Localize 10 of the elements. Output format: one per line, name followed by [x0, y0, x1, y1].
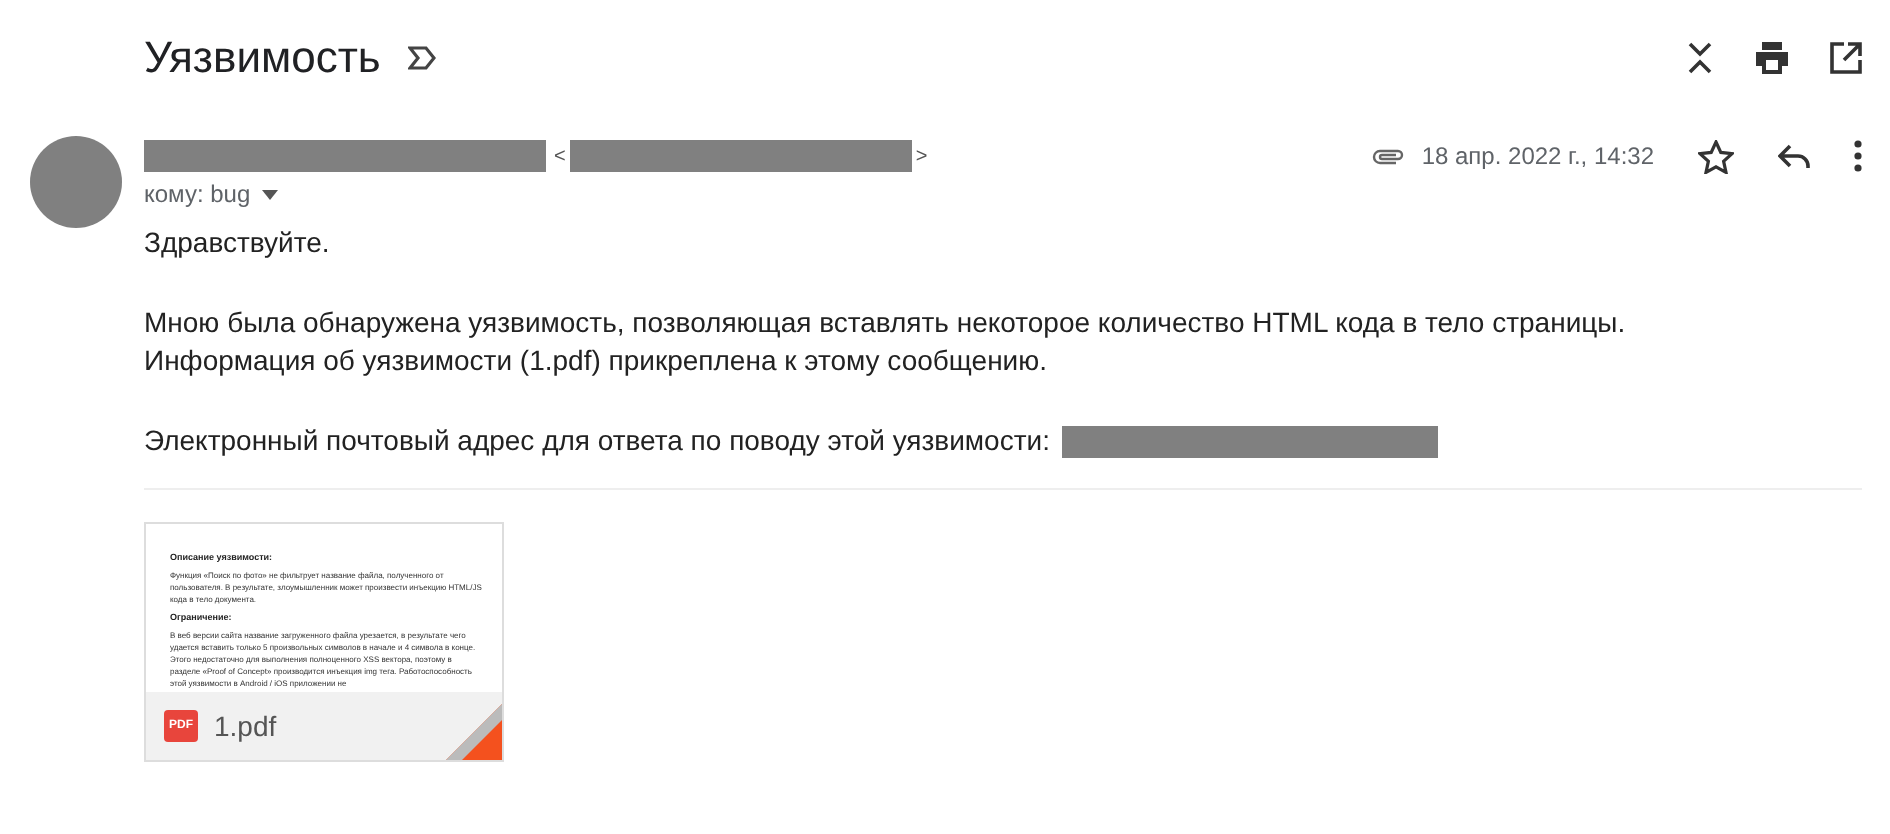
bracket: > — [915, 145, 928, 167]
greeting-text: Здравствуйте. — [144, 224, 332, 262]
body-text: Электронный почтовый адрес для ответа по поводу этой уязвимости: — [144, 422, 1050, 460]
recipient-label: кому: bug — [144, 180, 251, 208]
body-text: Информация об уязвимости (1.pdf) прикреплена к этому сообщению. — [144, 342, 1050, 380]
bracket: < — [554, 145, 566, 167]
email-date: 18 апр. 2022 г., 14:32 — [1421, 142, 1654, 170]
attachment-name: 1.pdf — [214, 710, 277, 742]
email-subject: Уязвимость — [144, 32, 381, 84]
body-text: Мною была обнаружена уязвимость, позволяющая вставлять некоторое количество HTML кода в тело страницы. — [144, 304, 1628, 342]
